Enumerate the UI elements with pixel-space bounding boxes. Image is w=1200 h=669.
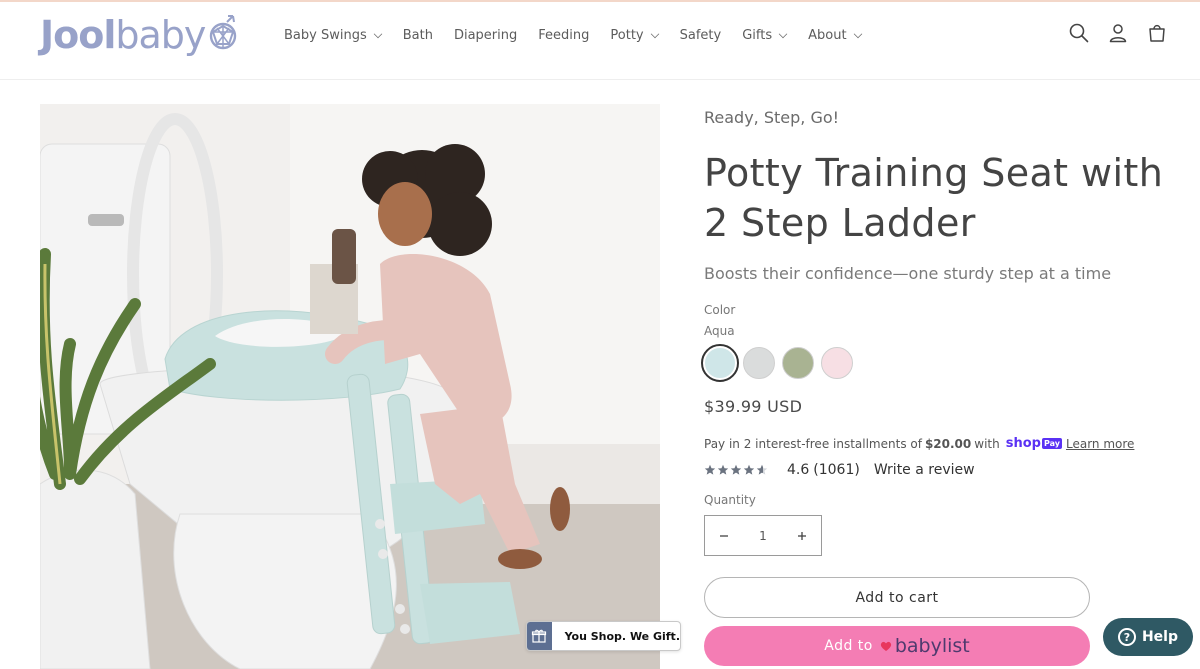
add-to-babylist-button[interactable]: Add to babylist [704,626,1090,666]
decrease-quantity-button[interactable] [705,516,743,555]
nav-label: Feeding [538,27,590,43]
gift-badge-text: You Shop. We Gift. [564,629,680,643]
swatch-sage[interactable] [782,347,814,379]
installments-prefix: Pay in 2 interest-free installments of [704,436,922,451]
rating-row: 4.6 (1061) Write a review [704,462,975,478]
product-price: $39.99 USD [704,397,803,416]
question-icon: ? [1117,628,1136,646]
installments-suffix: with [974,436,1000,451]
nav-label: About [808,27,847,43]
review-count[interactable]: (1061) [813,462,860,478]
product-title: Potty Training Seat with 2 Step Ladder [704,151,1164,245]
gift-icon [532,629,547,643]
color-swatches [701,344,860,382]
star-icon [704,464,716,475]
product-eyebrow: Ready, Step, Go! [704,108,840,127]
main-nav: Baby Swings Bath Diapering Feeding Potty… [284,24,883,46]
quantity-input[interactable] [743,528,783,543]
help-button[interactable]: ? Help [1103,618,1193,656]
installment-amount: $20.00 [924,436,972,451]
logo-mark-icon [210,15,237,50]
star-icon [743,464,755,475]
nav-label: Baby Swings [284,27,367,43]
rating-stars [704,464,769,476]
nav-label: Potty [610,27,644,43]
nav-item-bath[interactable]: Bath [403,28,433,43]
quantity-label: Quantity [704,493,756,507]
color-label: Color [704,303,736,317]
nav-label: Gifts [742,27,773,43]
nav-item-potty[interactable]: Potty [610,27,659,43]
nav-item-about[interactable]: About [808,27,862,43]
heart-icon [880,641,891,651]
star-icon [730,464,742,475]
nav-label: Bath [402,27,433,43]
babylist-wordmark: babylist [894,635,970,657]
swatch-pink[interactable] [821,347,853,379]
product-subtitle: Boosts their confidence—one sturdy step … [704,264,1112,283]
shop-pay-logo: shop Pay [1006,436,1062,451]
chevron-down-icon [373,29,382,38]
write-review-link[interactable]: Write a review [874,462,975,478]
gift-badge[interactable]: You Shop. We Gift. [526,621,681,651]
nav-label: Safety [679,27,722,43]
header-actions [1051,22,1168,44]
nav-item-diapering[interactable]: Diapering [454,28,517,43]
plus-icon [798,531,806,540]
chevron-down-icon [650,29,659,38]
chevron-down-icon [778,29,788,38]
babylist-prefix: Add to [824,638,873,654]
gift-icon-container [527,622,552,650]
learn-more-link[interactable]: Learn more [1066,437,1134,451]
account-icon[interactable] [1107,22,1129,44]
nav-item-baby-swings[interactable]: Baby Swings [284,28,382,43]
quantity-stepper [704,515,822,556]
help-label: Help [1141,629,1179,645]
add-to-cart-button[interactable]: Add to cart [704,577,1090,618]
nav-item-gifts[interactable]: Gifts [742,27,788,43]
minus-icon [720,534,728,537]
star-icon [717,464,729,475]
product-photo [40,104,660,669]
nav-item-safety[interactable]: Safety [680,28,722,43]
site-header: Joolbaby Baby Swings Bath Diapering Feed… [0,2,1200,80]
search-icon[interactable] [1068,22,1090,44]
swatch-gray[interactable] [743,347,775,379]
installments-info: Pay in 2 interest-free installments of $… [704,436,1134,451]
selected-color-value: Aqua [704,324,735,338]
chevron-down-icon [853,29,862,38]
logo[interactable]: Joolbaby [40,12,241,58]
increase-quantity-button[interactable] [783,516,821,555]
star-icon [756,464,768,475]
nav-label: Diapering [453,27,518,43]
cart-icon[interactable] [1146,22,1168,44]
shop-pay-shop-word: shop [1005,436,1041,451]
rating-value: 4.6 [787,462,810,478]
product-image[interactable] [40,104,660,669]
logo-text: Joolbaby [40,13,206,57]
nav-item-feeding[interactable]: Feeding [538,28,589,43]
shop-pay-pay-box: Pay [1041,438,1062,449]
swatch-aqua[interactable] [701,344,739,382]
